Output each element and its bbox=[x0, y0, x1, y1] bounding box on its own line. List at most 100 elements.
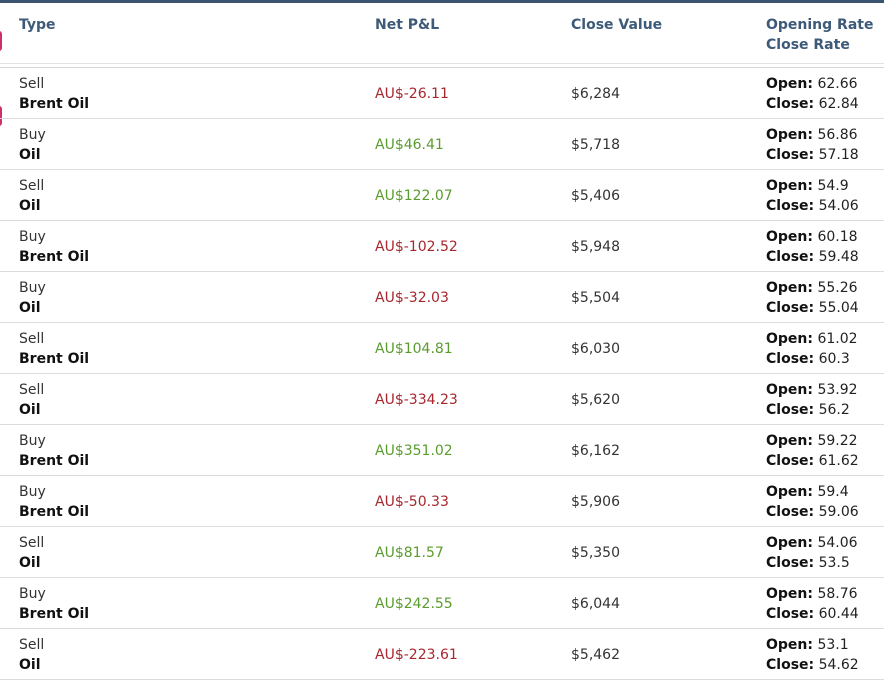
trade-direction: Sell bbox=[19, 637, 45, 653]
close-rate-value: 54.62 bbox=[818, 657, 859, 673]
close-rate-value: 61.62 bbox=[818, 453, 859, 469]
trade-type-cell: Sell Oil bbox=[19, 176, 44, 216]
net-pl-value: AU$242.55 bbox=[375, 596, 453, 612]
open-rate-label: Open: bbox=[766, 76, 813, 92]
close-value: $6,162 bbox=[571, 443, 620, 459]
close-value: $6,030 bbox=[571, 341, 620, 357]
trade-type-cell: Sell Oil bbox=[19, 380, 44, 420]
table-row[interactable]: Sell Oil AU$122.07 $5,406 Open: 54.9 Clo… bbox=[0, 170, 884, 221]
rates-cell: Open: 59.4 Close: 59.06 bbox=[766, 482, 859, 522]
rates-cell: Open: 58.76 Close: 60.44 bbox=[766, 584, 859, 624]
close-rate-line: Close: 53.5 bbox=[766, 553, 858, 573]
close-value: $6,044 bbox=[571, 596, 620, 612]
close-rate-label: Close: bbox=[766, 606, 815, 622]
rates-cell: Open: 53.92 Close: 56.2 bbox=[766, 380, 858, 420]
close-value: $5,906 bbox=[571, 494, 620, 510]
table-row[interactable]: Buy Brent Oil AU$242.55 $6,044 Open: 58.… bbox=[0, 578, 884, 629]
instrument-name: Brent Oil bbox=[19, 504, 90, 520]
trade-type-cell: Sell Oil bbox=[19, 533, 44, 573]
trade-direction: Sell bbox=[19, 382, 45, 398]
close-rate-line: Close: 62.84 bbox=[766, 94, 859, 114]
trade-direction: Buy bbox=[19, 484, 46, 500]
close-rate-line: Close: 59.48 bbox=[766, 247, 859, 267]
close-value: $5,406 bbox=[571, 188, 620, 204]
close-rate-value: 56.2 bbox=[818, 402, 850, 418]
open-rate-value: 58.76 bbox=[817, 586, 858, 602]
table-header: Type Net P&L Close Value Opening Rate Cl… bbox=[0, 3, 884, 65]
rates-cell: Open: 59.22 Close: 61.62 bbox=[766, 431, 859, 471]
table-row[interactable]: Buy Brent Oil AU$-102.52 $5,948 Open: 60… bbox=[0, 221, 884, 272]
close-rate-line: Close: 54.06 bbox=[766, 196, 859, 216]
close-value: $5,504 bbox=[571, 290, 620, 306]
trade-history-panel: Type Net P&L Close Value Opening Rate Cl… bbox=[0, 0, 884, 682]
close-rate-label: Close: bbox=[766, 351, 815, 367]
close-rate-value: 59.48 bbox=[818, 249, 859, 265]
table-row[interactable]: Buy Oil AU$-32.03 $5,504 Open: 55.26 Clo… bbox=[0, 272, 884, 323]
trade-type-cell: Buy Oil bbox=[19, 125, 46, 165]
open-rate-label: Open: bbox=[766, 382, 813, 398]
column-header-type[interactable]: Type bbox=[19, 15, 56, 35]
table-row[interactable]: Sell Oil AU$-334.23 $5,620 Open: 53.92 C… bbox=[0, 374, 884, 425]
open-rate-label: Open: bbox=[766, 637, 813, 653]
net-pl-value: AU$-32.03 bbox=[375, 290, 449, 306]
trade-direction: Buy bbox=[19, 229, 46, 245]
open-rate-value: 61.02 bbox=[817, 331, 858, 347]
instrument-name: Oil bbox=[19, 657, 41, 673]
net-pl-value: AU$-50.33 bbox=[375, 494, 449, 510]
close-rate-line: Close: 54.62 bbox=[766, 655, 859, 675]
close-rate-label: Close: bbox=[766, 249, 815, 265]
instrument-name: Oil bbox=[19, 198, 41, 214]
trade-type-cell: Sell Oil bbox=[19, 635, 44, 675]
close-rate-label: Close: bbox=[766, 96, 815, 112]
instrument-name: Brent Oil bbox=[19, 606, 90, 622]
net-pl-value: AU$46.41 bbox=[375, 137, 444, 153]
header-divider bbox=[0, 63, 884, 64]
close-rate-value: 54.06 bbox=[818, 198, 859, 214]
open-rate-value: 53.1 bbox=[817, 637, 849, 653]
open-rate-value: 54.9 bbox=[817, 178, 849, 194]
close-rate-label: Close: bbox=[766, 147, 815, 163]
trade-direction: Buy bbox=[19, 586, 46, 602]
open-rate-value: 54.06 bbox=[817, 535, 858, 551]
close-rate-line: Close: 60.3 bbox=[766, 349, 858, 369]
open-rate-line: Open: 61.02 bbox=[766, 329, 858, 349]
instrument-name: Oil bbox=[19, 555, 41, 571]
close-rate-label: Close: bbox=[766, 504, 815, 520]
table-row[interactable]: Sell Brent Oil AU$-26.11 $6,284 Open: 62… bbox=[0, 68, 884, 119]
rates-cell: Open: 62.66 Close: 62.84 bbox=[766, 74, 859, 114]
open-rate-label: Open: bbox=[766, 484, 813, 500]
close-rate-value: 59.06 bbox=[818, 504, 859, 520]
instrument-name: Brent Oil bbox=[19, 453, 90, 469]
close-rate-label: Close: bbox=[766, 555, 815, 571]
open-rate-line: Open: 59.22 bbox=[766, 431, 859, 451]
close-rate-value: 60.3 bbox=[818, 351, 850, 367]
net-pl-value: AU$-26.11 bbox=[375, 86, 449, 102]
open-rate-line: Open: 60.18 bbox=[766, 227, 859, 247]
column-header-net-pl[interactable]: Net P&L bbox=[375, 15, 439, 35]
column-header-rates[interactable]: Opening Rate Close Rate bbox=[766, 15, 873, 55]
table-row[interactable]: Sell Brent Oil AU$104.81 $6,030 Open: 61… bbox=[0, 323, 884, 374]
table-row[interactable]: Sell Oil AU$-223.61 $5,462 Open: 53.1 Cl… bbox=[0, 629, 884, 680]
net-pl-value: AU$-102.52 bbox=[375, 239, 458, 255]
table-row[interactable]: Buy Oil AU$46.41 $5,718 Open: 56.86 Clos… bbox=[0, 119, 884, 170]
trade-direction: Sell bbox=[19, 535, 45, 551]
instrument-name: Oil bbox=[19, 402, 41, 418]
open-rate-label: Open: bbox=[766, 127, 813, 143]
trade-direction: Buy bbox=[19, 433, 46, 449]
column-header-close-value[interactable]: Close Value bbox=[571, 15, 662, 35]
table-row[interactable]: Buy Brent Oil AU$-50.33 $5,906 Open: 59.… bbox=[0, 476, 884, 527]
close-rate-line: Close: 60.44 bbox=[766, 604, 859, 624]
open-rate-value: 55.26 bbox=[817, 280, 858, 296]
table-row[interactable]: Sell Oil AU$81.57 $5,350 Open: 54.06 Clo… bbox=[0, 527, 884, 578]
rates-cell: Open: 54.06 Close: 53.5 bbox=[766, 533, 858, 573]
close-rate-label: Close: bbox=[766, 300, 815, 316]
open-rate-value: 59.4 bbox=[817, 484, 849, 500]
open-rate-line: Open: 55.26 bbox=[766, 278, 859, 298]
table-row[interactable]: Buy Brent Oil AU$351.02 $6,162 Open: 59.… bbox=[0, 425, 884, 476]
trade-type-cell: Buy Brent Oil bbox=[19, 431, 89, 471]
open-rate-label: Open: bbox=[766, 535, 813, 551]
open-rate-label: Open: bbox=[766, 178, 813, 194]
trade-direction: Buy bbox=[19, 280, 46, 296]
rates-cell: Open: 60.18 Close: 59.48 bbox=[766, 227, 859, 267]
close-rate-line: Close: 61.62 bbox=[766, 451, 859, 471]
